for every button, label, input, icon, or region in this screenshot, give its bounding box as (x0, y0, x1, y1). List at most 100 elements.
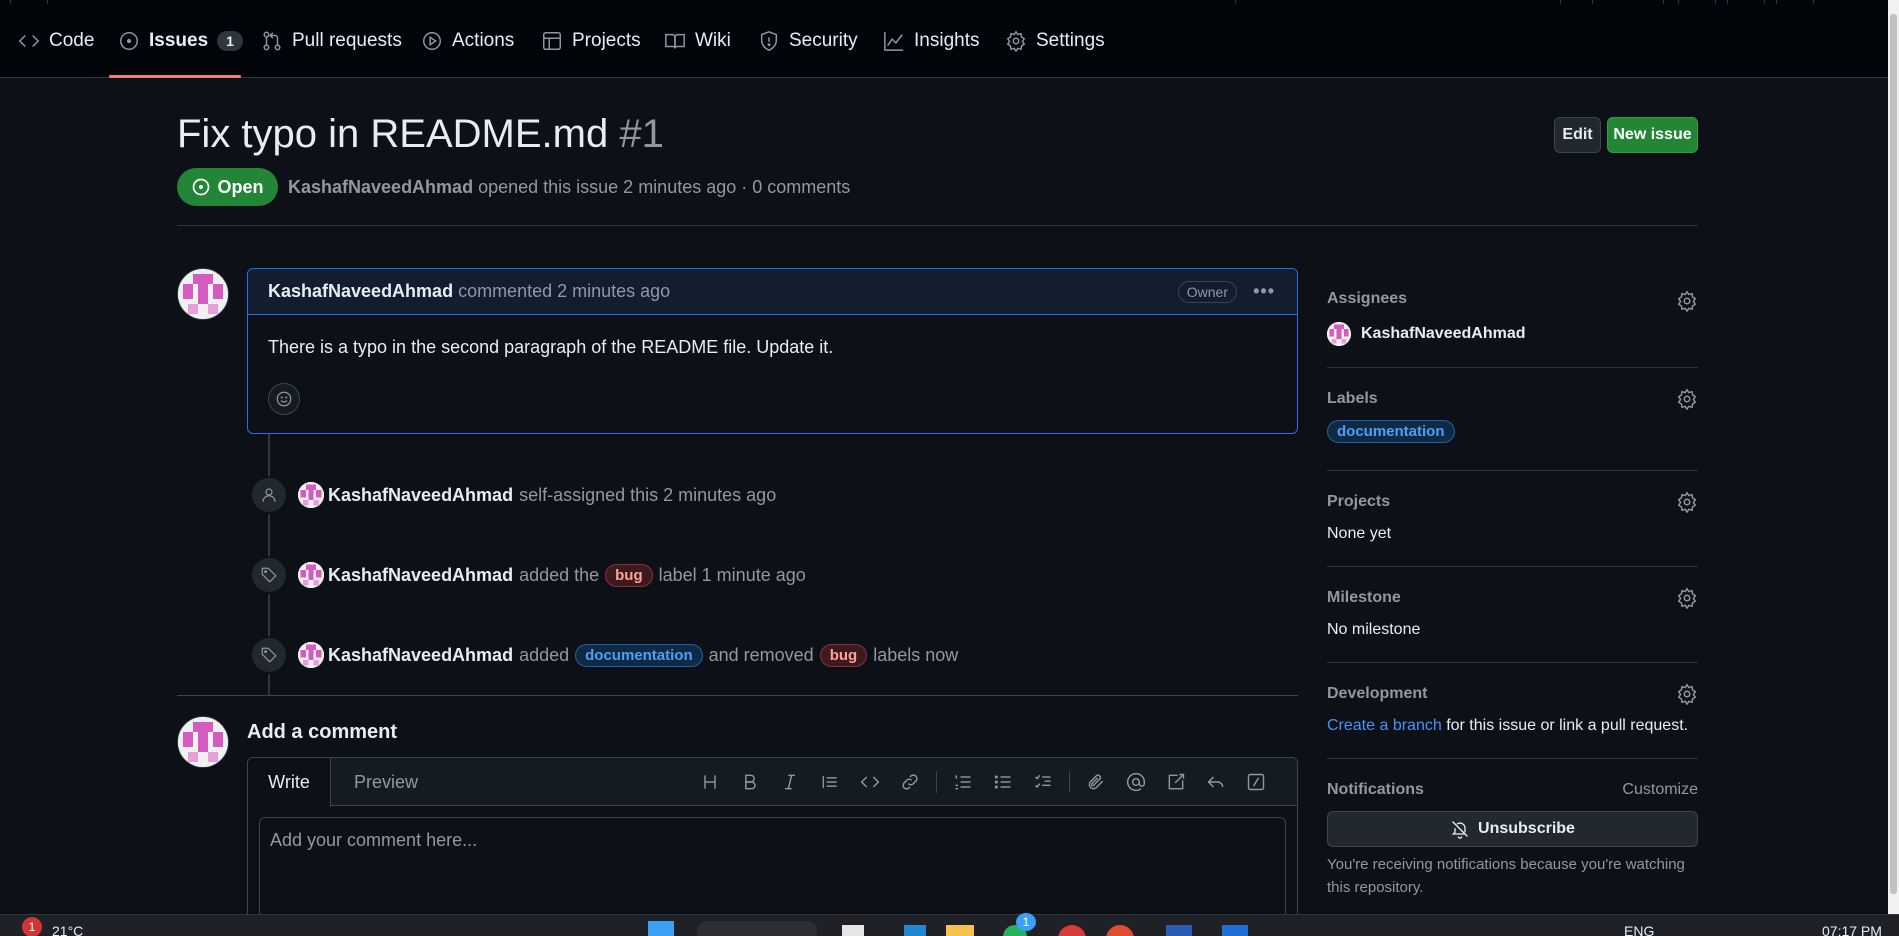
task-view-icon[interactable] (842, 925, 864, 936)
italic-icon[interactable] (770, 770, 810, 794)
tab-issues[interactable]: Issues 1 (118, 4, 243, 78)
slash-command-icon[interactable] (1236, 770, 1276, 794)
avatar[interactable] (177, 268, 229, 320)
kebab-menu-icon[interactable]: ••• (1253, 281, 1275, 302)
tab-label: Wiki (695, 30, 731, 51)
milestone-heading: Milestone (1327, 589, 1401, 606)
code-icon[interactable] (850, 770, 890, 794)
unsubscribe-button[interactable]: Unsubscribe (1327, 811, 1698, 847)
clock-time[interactable]: 07:17 PM (1822, 923, 1882, 936)
chrome-icon[interactable] (1106, 925, 1134, 936)
notifications-note: You're receiving notifications because y… (1327, 856, 1685, 896)
label-documentation[interactable]: documentation (575, 643, 703, 667)
new-issue-button[interactable]: New issue (1607, 117, 1698, 153)
avatar[interactable] (298, 562, 324, 588)
taskbar-search[interactable] (697, 921, 817, 936)
unordered-list-icon[interactable] (983, 770, 1023, 794)
tab-actions[interactable]: Actions (421, 4, 514, 78)
git-pull-request-icon (263, 31, 281, 51)
tab-label: Insights (914, 30, 980, 51)
paperclip-icon[interactable] (1076, 770, 1116, 794)
bell-slash-icon (1451, 821, 1469, 839)
tab-write[interactable]: Write (248, 758, 331, 807)
sidebar-notifications: Notifications Customize Unsubscribe You'… (1327, 781, 1698, 901)
heading-icon[interactable] (690, 770, 730, 794)
mention-icon[interactable] (1116, 770, 1156, 794)
toolbar-divider (936, 771, 937, 793)
person-icon (262, 488, 276, 502)
label-bug[interactable]: bug (819, 643, 868, 667)
assignee-name: KashafNaveedAhmad (1361, 325, 1526, 342)
tab-preview[interactable]: Preview (331, 758, 441, 806)
smiley-icon (276, 391, 292, 407)
gear-icon[interactable] (1676, 290, 1698, 313)
file-explorer-icon[interactable] (946, 925, 974, 936)
timeline-event: KashafNaveedAhmad self-assigned this 2 m… (250, 476, 776, 514)
opera-icon[interactable] (1058, 925, 1086, 936)
page-scrollbar[interactable] (1888, 0, 1899, 914)
avatar[interactable] (177, 716, 229, 768)
edit-button[interactable]: Edit (1554, 117, 1601, 153)
tab-label: Settings (1036, 30, 1105, 51)
issue-author-link[interactable]: KashafNaveedAhmad (288, 177, 473, 197)
tab-settings[interactable]: Settings (1005, 4, 1105, 78)
language-indicator[interactable]: ENG (1624, 923, 1654, 936)
tab-code[interactable]: Code (18, 4, 94, 78)
event-user-link[interactable]: KashafNaveedAhmad (328, 565, 513, 586)
tag-icon (261, 567, 277, 583)
weather-temp[interactable]: 21°C (52, 923, 83, 936)
issue-state-badge: Open (177, 168, 278, 206)
windows-start-icon[interactable] (648, 921, 674, 936)
repo-nav: Code Issues 1 Pull requests Actions Proj… (0, 4, 1888, 78)
quote-icon[interactable] (810, 770, 850, 794)
avatar[interactable] (298, 482, 324, 508)
link-icon[interactable] (890, 770, 930, 794)
event-text: self-assigned this 2 minutes ago (519, 484, 777, 505)
task-list-icon[interactable] (1023, 770, 1063, 794)
gear-icon[interactable] (1676, 388, 1698, 411)
add-reaction-button[interactable] (268, 383, 300, 415)
event-user-link[interactable]: KashafNaveedAhmad (328, 485, 513, 506)
assignee-item[interactable]: KashafNaveedAhmad (1327, 322, 1526, 346)
gear-icon[interactable] (1676, 683, 1698, 706)
label-documentation[interactable]: documentation (1327, 420, 1455, 443)
tab-label: Pull requests (292, 30, 402, 51)
word-icon[interactable] (1166, 925, 1192, 936)
editor-header: Write Preview (248, 758, 1297, 807)
issue-meta-text: opened this issue 2 minutes ago · 0 comm… (478, 177, 851, 197)
avatar[interactable] (298, 642, 324, 668)
comment-body: There is a typo in the second paragraph … (268, 337, 834, 357)
customize-link[interactable]: Customize (1622, 781, 1698, 799)
tag-icon (261, 647, 277, 663)
bold-icon[interactable] (730, 770, 770, 794)
issue-comment: KashafNaveedAhmad commented 2 minutes ag… (247, 268, 1298, 434)
app-icon[interactable] (1222, 925, 1248, 936)
gear-icon[interactable] (1676, 491, 1698, 514)
tab-insights[interactable]: Insights (883, 4, 979, 78)
ordered-list-icon[interactable] (943, 770, 983, 794)
sidebar-divider (1327, 470, 1698, 471)
gear-icon[interactable] (1676, 587, 1698, 610)
comment-author-link[interactable]: KashafNaveedAhmad (268, 281, 453, 302)
book-icon (665, 33, 685, 49)
sidebar-milestone: Milestone No milestone (1327, 587, 1698, 669)
label-bug[interactable]: bug (605, 563, 653, 587)
tab-pull-requests[interactable]: Pull requests (261, 4, 402, 78)
event-user-link[interactable]: KashafNaveedAhmad (328, 645, 513, 666)
tab-security[interactable]: Security (758, 4, 858, 78)
sidebar-divider (1327, 566, 1698, 567)
os-taskbar: 1 21°C 1 ENG 07:17 PM (0, 913, 1899, 936)
tab-label: Actions (452, 30, 515, 51)
create-branch-link[interactable]: Create a branch (1327, 717, 1442, 734)
vscode-icon[interactable] (904, 925, 926, 936)
reply-icon[interactable] (1196, 770, 1236, 794)
scrollbar-thumb[interactable] (1890, 14, 1897, 894)
tab-projects[interactable]: Projects (541, 4, 641, 78)
tab-wiki[interactable]: Wiki (664, 4, 731, 78)
add-comment-title: Add a comment (247, 721, 398, 743)
labels-heading: Labels (1327, 390, 1378, 407)
comment-action: commented 2 minutes ago (458, 281, 671, 301)
graph-icon (884, 31, 904, 51)
sidebar-divider (1327, 662, 1698, 663)
cross-reference-icon[interactable] (1156, 770, 1196, 794)
